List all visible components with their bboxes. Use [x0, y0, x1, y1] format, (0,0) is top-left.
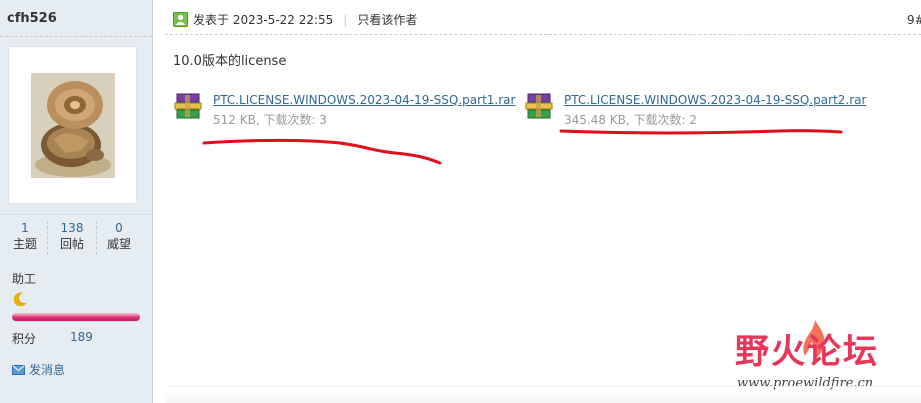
stat-prestige[interactable]: 0 威望 [94, 221, 144, 253]
post-header: 发表于 2023-5-22 22:55 | 只看该作者 [173, 11, 417, 28]
user-group[interactable]: 助工 [12, 270, 36, 287]
mail-icon [12, 364, 25, 375]
credits-label: 积分 [12, 332, 37, 346]
stat-threads[interactable]: 1 主题 [0, 221, 50, 253]
post-time: 发表于 2023-5-22 22:55 [193, 13, 334, 27]
attachment-item: PTC.LICENSE.WINDOWS.2023-04-19-SSQ.part1… [173, 93, 515, 127]
post-footer-toolbar [165, 393, 921, 403]
level-bar [12, 313, 140, 321]
rar-archive-icon [525, 93, 553, 119]
send-message-label: 发消息 [29, 363, 66, 377]
moon-icon [13, 292, 27, 307]
avatar-image [30, 72, 115, 178]
only-author-link[interactable]: 只看该作者 [357, 11, 417, 28]
attachment-link[interactable]: PTC.LICENSE.WINDOWS.2023-04-19-SSQ.part2… [564, 93, 866, 107]
post-content: 10.0版本的license [173, 54, 287, 69]
divider [165, 34, 921, 35]
attachment-item: PTC.LICENSE.WINDOWS.2023-04-19-SSQ.part2… [524, 93, 866, 127]
author-name[interactable]: cfh526 [7, 11, 57, 26]
author-sidebar: cfh526 1 主题 138 回帖 0 威望 助工 积分 189 发消息 [0, 0, 153, 403]
red-underline-annotation [202, 138, 442, 165]
divider [165, 386, 921, 387]
watermark-brand: 野火论坛 [735, 332, 879, 372]
watermark-url: www.proewildfire.cn [737, 376, 874, 391]
stat-value: 1 [21, 221, 29, 235]
attachment-link[interactable]: PTC.LICENSE.WINDOWS.2023-04-19-SSQ.part1… [213, 93, 515, 107]
attachment-meta: 512 KB, 下载次数: 3 [213, 113, 327, 127]
stat-label: 回帖 [59, 237, 84, 251]
stat-replies[interactable]: 138 回帖 [47, 221, 97, 253]
floor-number[interactable]: 9# [907, 13, 921, 27]
stat-value: 138 [60, 221, 84, 235]
divider [0, 36, 152, 37]
red-underline-annotation [559, 129, 843, 135]
credits-value[interactable]: 189 [70, 330, 93, 344]
stat-value: 0 [115, 221, 123, 235]
separator: | [343, 12, 348, 27]
attachment-meta: 345.48 KB, 下载次数: 2 [564, 113, 698, 127]
author-stats: 1 主题 138 回帖 0 威望 [0, 214, 152, 262]
stat-label: 主题 [12, 237, 37, 251]
send-message-link[interactable]: 发消息 [12, 361, 65, 378]
stat-label: 威望 [106, 237, 131, 251]
online-status-icon [173, 12, 188, 27]
rar-archive-icon [174, 93, 202, 119]
avatar[interactable] [8, 46, 137, 204]
